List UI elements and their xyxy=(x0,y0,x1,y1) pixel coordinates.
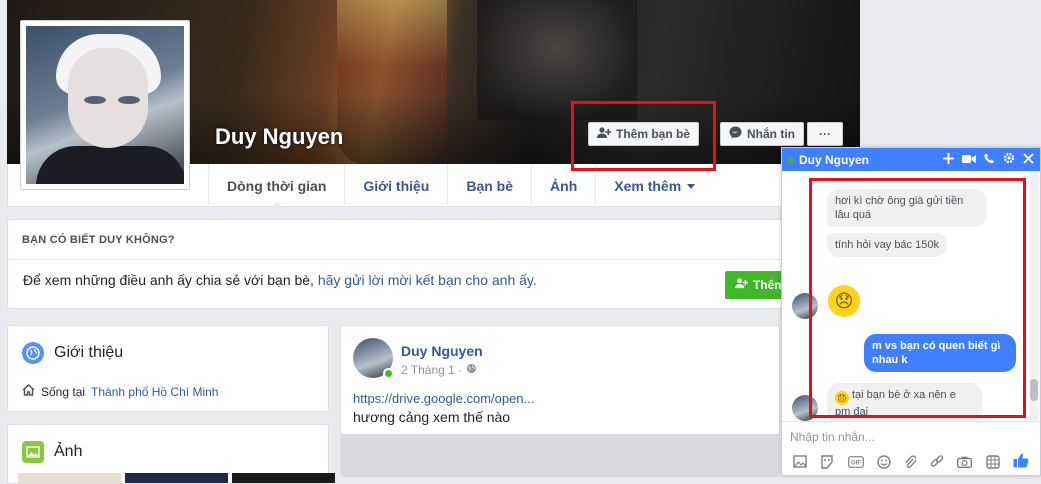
sad-emoji: 😞 xyxy=(835,391,849,405)
photo-icon[interactable] xyxy=(793,455,807,471)
post-author-name[interactable]: Duy Nguyen xyxy=(401,343,483,359)
tab-timeline-label: Dòng thời gian xyxy=(227,177,327,194)
chevron-down-icon xyxy=(687,184,696,193)
home-icon xyxy=(22,384,35,399)
tab-about-label: Giới thiệu xyxy=(363,177,430,194)
photo-thumbnails xyxy=(18,473,335,483)
tab-more[interactable]: Xem thêm xyxy=(595,164,713,207)
do-you-know-plain: Để xem những điều anh ấy chia sẻ với bạn… xyxy=(23,272,314,288)
close-icon[interactable] xyxy=(1023,152,1034,167)
camera-icon[interactable] xyxy=(957,455,973,471)
chat-scrollbar-thumb[interactable] xyxy=(1030,379,1038,401)
chat-message-incoming: 😞 tại bạn bè ở xa nên e pm đại xyxy=(827,383,982,421)
lives-in-label: Sống tại xyxy=(41,384,86,399)
sticker-icon[interactable] xyxy=(820,454,834,472)
messenger-icon xyxy=(729,126,742,142)
photos-title: Ảnh xyxy=(54,443,83,460)
add-friend-label: Thêm bạn bè xyxy=(616,127,691,141)
do-you-know-panel: BẠN CÓ BIẾT DUY KHÔNG? Để xem những điều… xyxy=(7,219,860,309)
post-meta: 2 Tháng 1 · xyxy=(401,363,477,377)
sad-emoji: 😞 xyxy=(828,285,860,317)
message-label: Nhắn tin xyxy=(747,127,795,141)
photo-thumb[interactable] xyxy=(125,473,228,483)
like-icon[interactable] xyxy=(1013,453,1029,473)
online-status-dot xyxy=(788,156,794,163)
tab-about[interactable]: Giới thiệu xyxy=(344,164,447,207)
post-shared-link[interactable]: https://drive.google.com/open... xyxy=(353,391,534,406)
lives-in-row: Sống tại Thành phố Hồ Chí Minh xyxy=(22,384,218,399)
chat-toolbar: GIF xyxy=(782,449,1040,477)
chat-message-outgoing: m vs bạn có quen biết gì nhau k xyxy=(864,334,1016,372)
gif-icon[interactable]: GIF xyxy=(847,455,864,471)
attach-icon[interactable] xyxy=(904,454,918,472)
tab-photos-label: Ảnh xyxy=(550,177,578,194)
lives-in-city-link[interactable]: Thành phố Hồ Chí Minh xyxy=(91,385,218,399)
post-link-preview[interactable] xyxy=(341,434,779,477)
post-text: hương cảng xem thế nào xyxy=(353,409,511,425)
tab-photos[interactable]: Ảnh xyxy=(531,164,595,207)
globe-icon xyxy=(22,342,44,364)
message-button[interactable]: Nhắn tin xyxy=(720,122,804,146)
chat-window: Duy Nguyen hơi kì chờ ông già gửi tiền l… xyxy=(781,147,1041,476)
link-icon[interactable] xyxy=(930,454,944,472)
chat-contact-avatar xyxy=(792,395,818,421)
timeline-post: Duy Nguyen 2 Tháng 1 · https://drive.goo… xyxy=(340,325,780,477)
chat-message-incoming: tính hỏi vay bác 150k xyxy=(827,233,947,257)
gear-icon[interactable] xyxy=(1003,152,1015,167)
post-date[interactable]: 2 Tháng 1 · xyxy=(401,363,462,377)
do-you-know-title: BẠN CÓ BIẾT DUY KHÔNG? xyxy=(8,220,859,260)
chat-message-incoming: hơi kì chờ ông già gửi tiền lâu quá xyxy=(827,189,987,227)
chat-message-input[interactable]: Nhập tin nhắn... xyxy=(782,421,1040,449)
photo-thumb[interactable] xyxy=(18,473,121,483)
add-friend-icon xyxy=(597,126,612,142)
add-friend-icon xyxy=(735,278,749,292)
chat-messages: hơi kì chờ ông già gửi tiền lâu quá tính… xyxy=(782,171,1040,421)
photo-thumb[interactable] xyxy=(232,473,335,483)
intro-title: Giới thiệu xyxy=(54,344,124,361)
emoji-icon[interactable] xyxy=(877,454,891,472)
tab-timeline[interactable]: Dòng thời gian xyxy=(208,164,344,208)
more-options-button[interactable]: ··· xyxy=(807,122,843,146)
intro-card: Giới thiệu Sống tại Thành phố Hồ Chí Min… xyxy=(7,325,329,412)
tab-friends[interactable]: Bạn bè xyxy=(447,164,531,207)
chat-message-text: tại bạn bè ở xa nên e pm đại xyxy=(835,389,956,418)
tab-friends-label: Bạn bè xyxy=(466,177,514,194)
profile-name[interactable]: Duy Nguyen xyxy=(215,124,343,150)
more-label: ··· xyxy=(819,127,831,141)
chat-header[interactable]: Duy Nguyen xyxy=(782,148,1040,171)
chat-contact-avatar xyxy=(792,293,818,319)
phone-icon[interactable] xyxy=(984,152,995,167)
photo-icon xyxy=(22,441,44,463)
games-icon[interactable] xyxy=(986,454,1000,472)
video-icon[interactable] xyxy=(962,152,976,167)
online-status-dot xyxy=(383,368,394,379)
add-friend-button[interactable]: Thêm bạn bè xyxy=(588,122,700,146)
profile-avatar[interactable] xyxy=(20,20,190,190)
globe-icon xyxy=(466,363,477,377)
plus-icon[interactable] xyxy=(943,152,954,167)
svg-text:GIF: GIF xyxy=(851,461,861,467)
tab-more-label: Xem thêm xyxy=(614,177,682,194)
photos-card: Ảnh xyxy=(7,424,335,484)
chat-contact-name[interactable]: Duy Nguyen xyxy=(799,153,943,167)
send-request-link[interactable]: hãy gửi lời mời kết bạn cho anh ấy. xyxy=(318,272,537,288)
do-you-know-text: Để xem những điều anh ấy chia sẻ với bạn… xyxy=(23,272,537,288)
